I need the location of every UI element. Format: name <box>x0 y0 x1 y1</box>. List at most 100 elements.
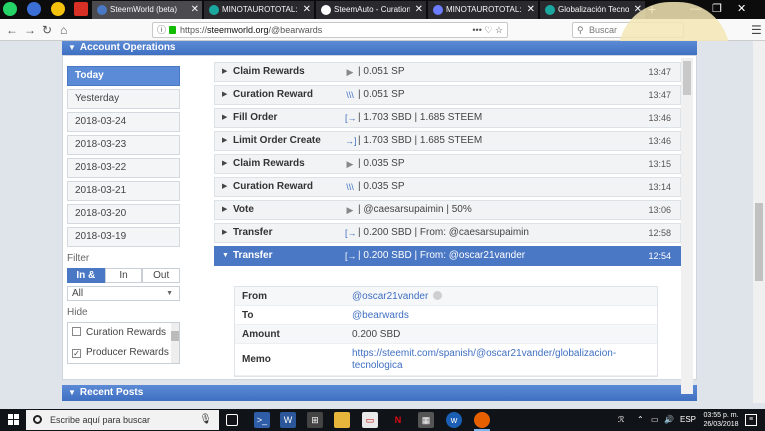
order-icon: [→ <box>345 113 357 123</box>
operation-time: 12:58 <box>648 228 671 238</box>
from-account-link[interactable]: @oscar21vander <box>352 291 428 302</box>
close-tab-icon[interactable]: ✕ <box>191 1 199 19</box>
task-view-icon[interactable] <box>226 414 238 426</box>
people-icon[interactable]: ℛ <box>618 409 624 431</box>
taskbar-search-box[interactable]: Escribe aquí para buscar 🎙 <box>26 410 219 430</box>
checkbox-checked[interactable]: ✓ <box>72 349 81 358</box>
tab-steemauto[interactable]: SteemAuto - Curation Tra ✕ <box>316 1 427 19</box>
tab-favicon-icon <box>321 5 331 15</box>
expand-arrow-icon: ▶ <box>222 229 228 236</box>
battery-icon[interactable]: ▭ <box>651 409 659 431</box>
checkbox-unchecked[interactable] <box>72 327 81 336</box>
tab-minotaurototal-1[interactable]: MINOTAUROTOTAL: TOTA ✕ <box>204 1 315 19</box>
day-today[interactable]: Today <box>67 66 180 86</box>
steem-app-icon[interactable]: w <box>446 412 462 428</box>
account-operations-header[interactable]: ▼ Account Operations <box>62 41 697 55</box>
day-item[interactable]: 2018-03-19 <box>67 227 180 247</box>
operation-row[interactable]: ▶ Transfer [→ | 0.200 SBD | From: @caesa… <box>214 223 681 243</box>
pinned-tab-3[interactable] <box>51 2 65 16</box>
notification-center-icon[interactable]: ≡ <box>745 414 757 426</box>
select-value: All <box>72 288 84 299</box>
page-scrollbar[interactable] <box>753 41 765 403</box>
filter-in-button[interactable]: In <box>104 268 143 283</box>
tab-minotaurototal-2[interactable]: MINOTAUROTOTAL: TOTA ✕ <box>428 1 539 19</box>
day-yesterday[interactable]: Yesterday <box>67 89 180 109</box>
operation-row[interactable]: ▶ Curation Reward \\\ | 0.051 SP 13:47 <box>214 85 681 105</box>
tray-up-arrow-icon[interactable]: ⌃ <box>637 409 644 431</box>
to-account-link[interactable]: @bearwards <box>352 310 657 321</box>
operation-row-expanded[interactable]: ▼ Transfer [→ | 0.200 SBD | From: @oscar… <box>214 246 681 266</box>
expand-arrow-icon: ▶ <box>222 206 228 213</box>
tab-steemworld[interactable]: SteemWorld (beta) ✕ <box>92 1 203 19</box>
hide-list-scrollbar[interactable] <box>171 323 179 363</box>
pinned-tab-4[interactable] <box>74 2 88 16</box>
store-icon[interactable]: ⊞ <box>307 412 323 428</box>
close-tab-icon[interactable]: ✕ <box>527 1 535 19</box>
user-icon <box>433 290 443 300</box>
windows-start-icon[interactable] <box>8 414 20 426</box>
operation-detail: | 1.703 SBD | 1.685 STEEM <box>358 135 483 146</box>
filter-out-button[interactable]: Out <box>142 268 181 283</box>
clock[interactable]: 03:55 p. m. 26/03/2018 <box>700 411 742 429</box>
search-icon: ⚲ <box>577 25 584 35</box>
tab-favicon-icon <box>433 5 443 15</box>
site-info-icon[interactable]: ⓘ <box>157 23 166 37</box>
close-tab-icon[interactable]: ✕ <box>303 1 311 19</box>
close-tab-icon[interactable]: ✕ <box>415 1 423 19</box>
expand-arrow-icon: ▶ <box>222 160 228 167</box>
day-item[interactable]: 2018-03-24 <box>67 112 180 132</box>
word-icon[interactable]: W <box>280 412 296 428</box>
file-explorer-icon[interactable] <box>334 412 350 428</box>
close-window-icon[interactable]: ✕ <box>737 0 746 18</box>
operation-name: Claim Rewards <box>233 66 305 77</box>
scroll-thumb[interactable] <box>171 331 179 341</box>
powershell-icon[interactable]: >_ <box>254 412 270 428</box>
filter-toggle: In & Out In Out <box>67 268 181 294</box>
back-icon[interactable]: ← <box>6 22 18 38</box>
day-item[interactable]: 2018-03-22 <box>67 158 180 178</box>
whatsapp-pinned-tab[interactable] <box>3 2 17 16</box>
hamburger-menu-icon[interactable]: ☰ <box>751 22 762 38</box>
pinned-tab-2[interactable] <box>27 2 41 16</box>
operation-detail: | 0.200 SBD | From: @oscar21vander <box>358 250 526 261</box>
filter-in-out-button[interactable]: In & Out <box>67 268 105 294</box>
calculator-icon[interactable]: ▦ <box>418 412 434 428</box>
volume-icon[interactable]: 🔊 <box>664 409 674 431</box>
operation-name: Fill Order <box>233 112 278 123</box>
netflix-icon[interactable]: N <box>390 412 406 428</box>
hide-producer-rewards[interactable]: ✓ Producer Rewards <box>68 343 179 363</box>
expand-arrow-icon: ▶ <box>222 68 228 75</box>
operation-row[interactable]: ▶ Vote ▶ | @caesarsupaimin | 50% 13:06 <box>214 200 681 220</box>
operation-name: Curation Reward <box>233 181 314 192</box>
transfer-in-icon: [→ <box>345 228 357 238</box>
page-actions-icons[interactable]: ••• ♡ ☆ <box>472 23 503 37</box>
clock-time: 03:55 p. m. <box>703 412 739 419</box>
operation-row[interactable]: ▶ Claim Rewards ▶ | 0.035 SP 13:15 <box>214 154 681 174</box>
operation-row[interactable]: ▶ Limit Order Create →] | 1.703 SBD | 1.… <box>214 131 681 151</box>
operation-detail: | 0.051 SP <box>358 66 405 77</box>
tab-globalizacion[interactable]: Globalización Tecnológica ✕ <box>540 1 646 19</box>
home-icon[interactable]: ⌂ <box>60 22 67 38</box>
curation-icon: \\\ <box>346 90 354 100</box>
operation-type-select[interactable]: All ▼ <box>67 286 180 301</box>
day-item[interactable]: 2018-03-23 <box>67 135 180 155</box>
memo-link[interactable]: https://steemit.com/spanish/@oscar21vand… <box>352 348 657 372</box>
day-item[interactable]: 2018-03-20 <box>67 204 180 224</box>
operation-row[interactable]: ▶ Curation Reward \\\ | 0.035 SP 13:14 <box>214 177 681 197</box>
forward-icon[interactable]: → <box>24 22 36 38</box>
hide-curation-rewards[interactable]: Curation Rewards <box>68 323 179 343</box>
scroll-thumb[interactable] <box>755 203 763 281</box>
recent-posts-header[interactable]: ▼ Recent Posts <box>62 385 697 401</box>
url-bar[interactable]: ⓘ https://steemworld.org/@bearwards ••• … <box>152 22 508 38</box>
photo-app-icon[interactable]: ▭ <box>362 412 378 428</box>
firefox-icon[interactable] <box>474 412 490 431</box>
reload-icon[interactable]: ↻ <box>42 22 52 38</box>
day-item[interactable]: 2018-03-21 <box>67 181 180 201</box>
operation-row[interactable]: ▶ Fill Order [→ | 1.703 SBD | 1.685 STEE… <box>214 108 681 128</box>
url-text[interactable]: https://steemworld.org/@bearwards <box>180 23 322 37</box>
language-indicator[interactable]: ESP <box>680 409 696 431</box>
microphone-icon[interactable]: 🎙 <box>199 410 212 430</box>
operation-row[interactable]: ▶ Claim Rewards ▶ | 0.051 SP 13:47 <box>214 62 681 82</box>
panel-scrollbar[interactable] <box>681 58 693 394</box>
scroll-thumb[interactable] <box>683 61 691 95</box>
